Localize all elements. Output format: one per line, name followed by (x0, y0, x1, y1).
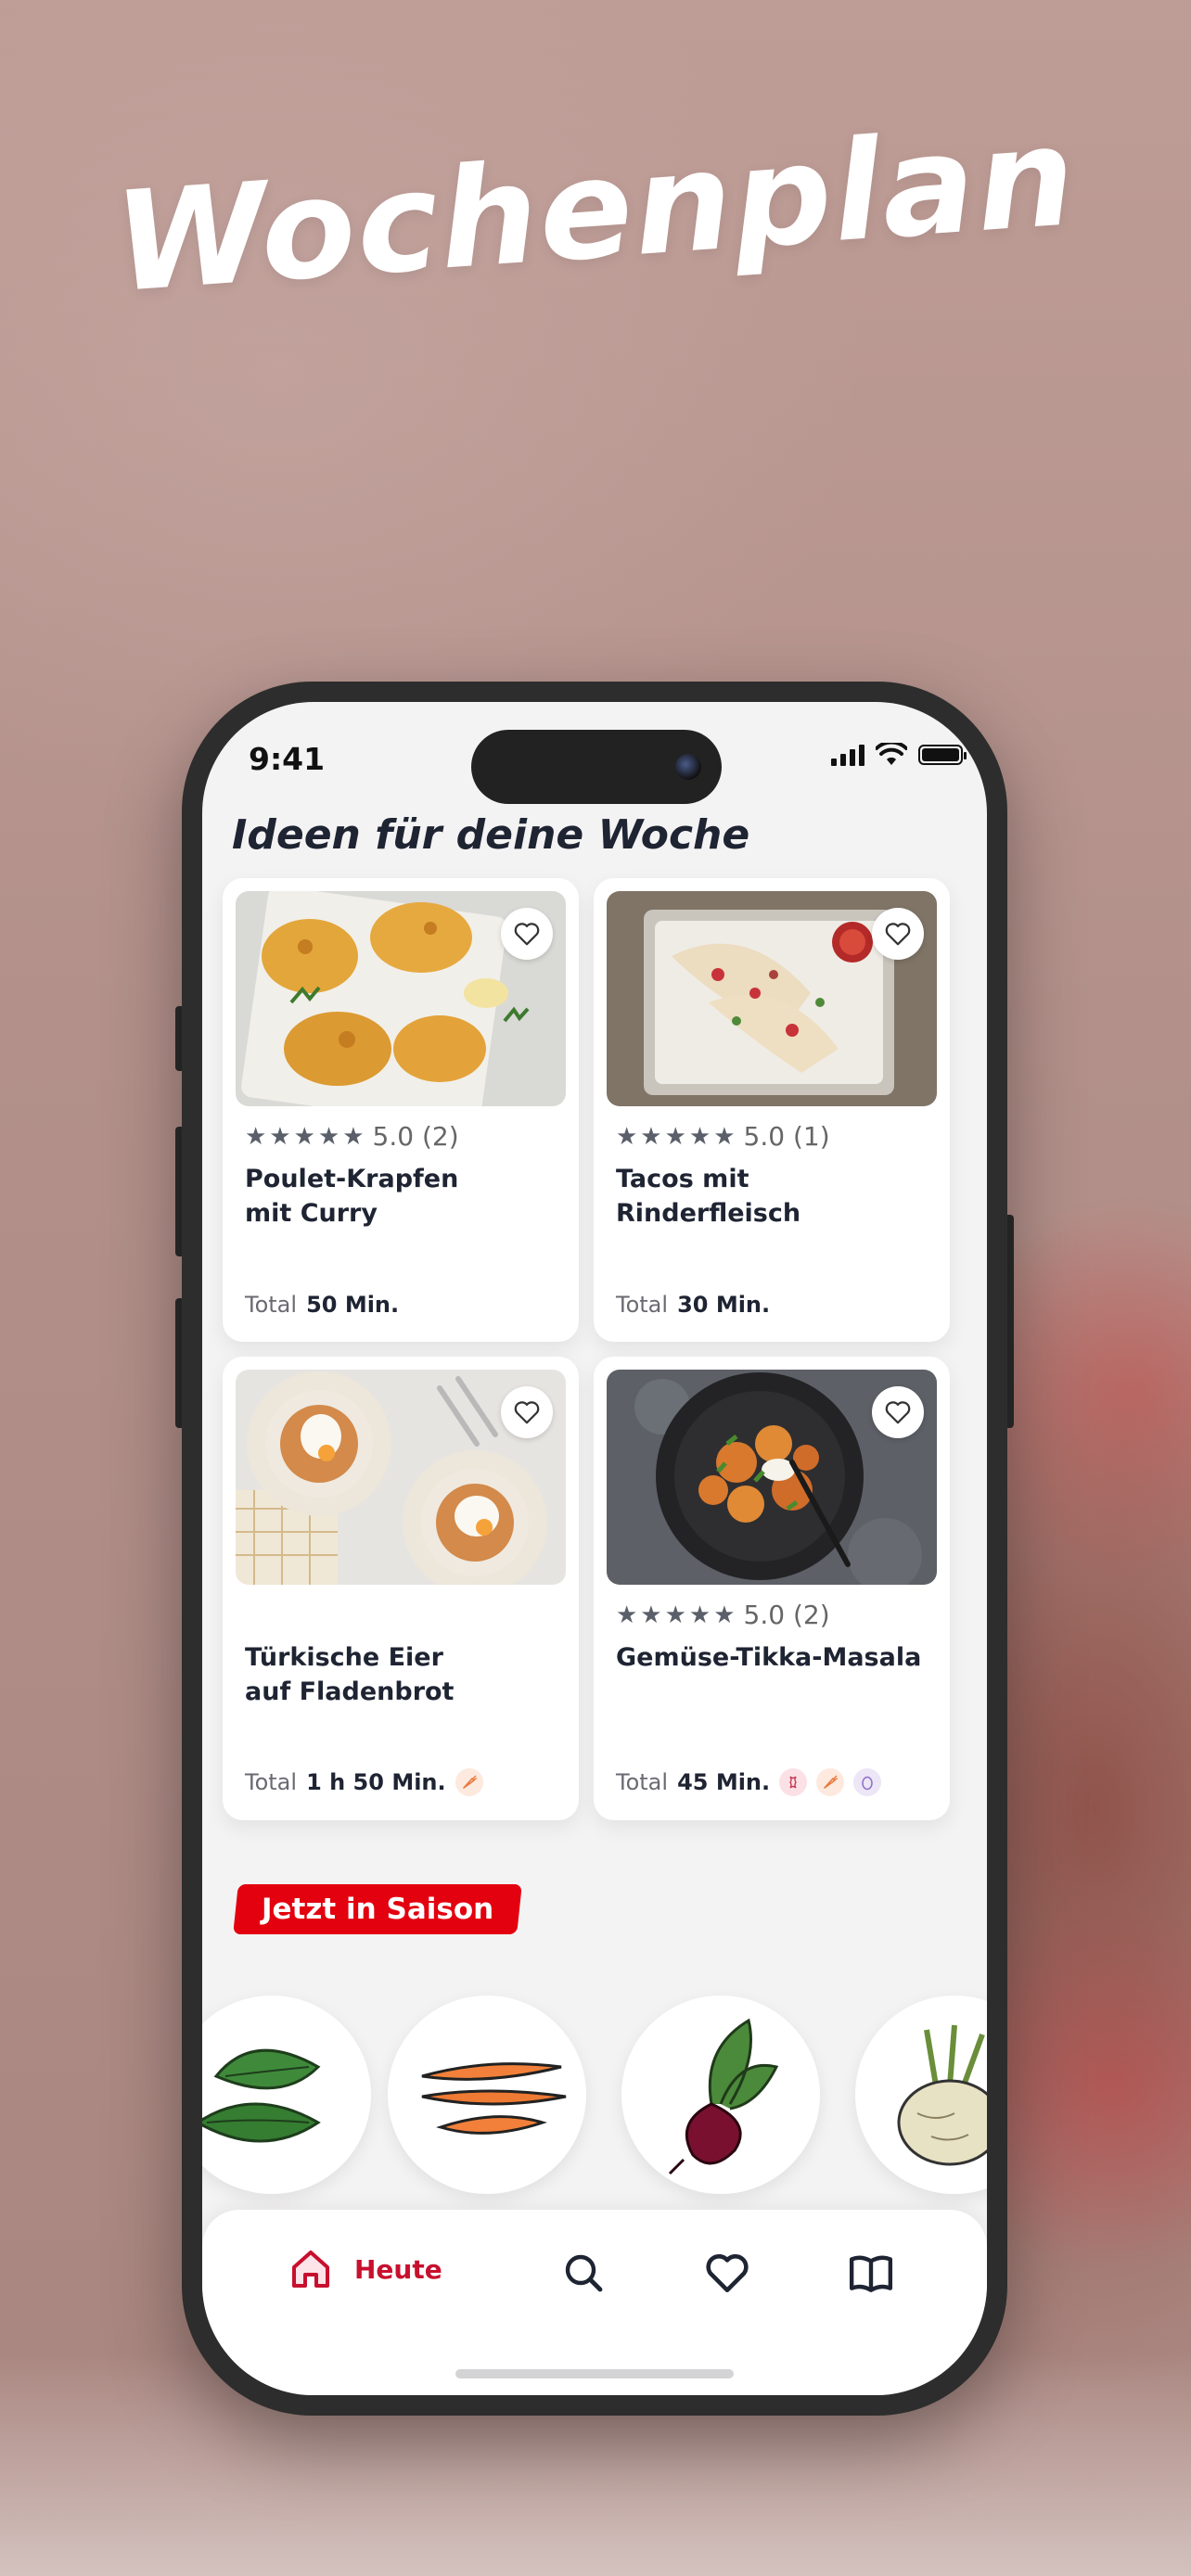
heart-icon (706, 2254, 749, 2293)
status-icons (831, 743, 967, 767)
recipe-title: Gemüse-Tikka-Masala (616, 1643, 922, 1672)
tab-cookbook[interactable] (845, 2247, 897, 2299)
status-time: 9:41 (249, 741, 326, 777)
recipe-total-time: Total 1 h 50 Min. (245, 1768, 483, 1796)
tab-home[interactable]: Heute (288, 2247, 442, 2291)
tab-favorites[interactable] (701, 2247, 753, 2299)
rating-stars: ★★★★★ (616, 1600, 738, 1629)
season-badge: Jetzt in Saison (233, 1884, 523, 1934)
recipe-rating: ★★★★★ 5.0 (2) (245, 1121, 459, 1152)
section-title: Ideen für deine Woche (232, 811, 750, 859)
total-label: Total (616, 1769, 669, 1795)
phone-screen: 9:41 Ideen für deine Woche ★★★★★ 5.0 (2)… (202, 702, 987, 2395)
signal-icon (831, 744, 864, 766)
beetroot-icon (668, 2018, 779, 2175)
tab-home-label: Heute (354, 2253, 442, 2285)
recipe-title: Tacos mit Rinderfleisch (616, 1165, 801, 1228)
total-value: 1 h 50 Min. (306, 1769, 446, 1795)
carrot-icon (816, 1768, 845, 1796)
favorite-button[interactable] (872, 1386, 924, 1438)
rating-value: 5.0 (2) (372, 1121, 459, 1152)
heart-icon (885, 923, 911, 946)
battery-icon (918, 745, 967, 765)
total-label: Total (245, 1769, 298, 1795)
home-indicator[interactable] (455, 2369, 734, 2378)
recipe-title: Poulet-Krapfen mit Curry (245, 1165, 459, 1228)
dynamic-island (471, 730, 722, 804)
total-label: Total (616, 1292, 669, 1318)
egg-icon (853, 1768, 882, 1796)
search-icon (565, 2254, 603, 2292)
heart-icon (514, 923, 540, 946)
favorite-button[interactable] (872, 908, 924, 960)
book-icon (849, 2255, 893, 2292)
rating-value: 5.0 (1) (743, 1121, 830, 1152)
heart-icon (885, 1401, 911, 1424)
apple-core-icon (779, 1768, 808, 1796)
total-value: 45 Min. (677, 1769, 771, 1795)
tab-search[interactable] (557, 2247, 609, 2299)
heart-icon (514, 1401, 540, 1424)
recipe-rating: ★★★★★ 5.0 (2) (616, 1600, 830, 1630)
recipe-card[interactable]: ★★★★★ 5.0 (2) Gemüse-Tikka-Masala Total … (594, 1357, 950, 1820)
camera-icon (675, 754, 701, 780)
home-icon (292, 2251, 329, 2288)
recipe-total-time: Total 45 Min. (616, 1768, 882, 1796)
wifi-icon (876, 743, 907, 765)
season-item[interactable] (621, 1996, 820, 2194)
recipe-title: Türkische Eier auf Fladenbrot (245, 1643, 455, 1706)
season-badge-label: Jetzt in Saison (262, 1893, 494, 1926)
rating-value: 5.0 (2) (743, 1600, 830, 1630)
tab-bar: Heute (202, 2210, 987, 2395)
carrot-icon (421, 2062, 567, 2135)
phone-frame: 9:41 Ideen für deine Woche ★★★★★ 5.0 (2)… (182, 682, 1007, 2416)
rating-stars: ★★★★★ (245, 1122, 367, 1151)
recipe-card[interactable]: Türkische Eier auf Fladenbrot Total 1 h … (223, 1357, 579, 1820)
total-value: 50 Min. (306, 1292, 400, 1318)
recipe-rating: ★★★★★ 5.0 (1) (616, 1121, 830, 1152)
celeriac-icon (897, 2024, 987, 2166)
season-item[interactable] (202, 1996, 371, 2194)
favorite-button[interactable] (501, 1386, 553, 1438)
season-item[interactable] (388, 1996, 586, 2194)
rating-stars: ★★★★★ (616, 1122, 738, 1151)
recipe-total-time: Total 30 Min. (616, 1292, 770, 1318)
total-value: 30 Min. (677, 1292, 771, 1318)
recipe-card[interactable]: ★★★★★ 5.0 (2) Poulet-Krapfen mit Curry T… (223, 878, 579, 1342)
carrot-icon (455, 1768, 483, 1796)
spinach-icon (202, 2048, 321, 2143)
total-label: Total (245, 1292, 298, 1318)
season-item[interactable] (855, 1996, 987, 2194)
favorite-button[interactable] (501, 908, 553, 960)
recipe-total-time: Total 50 Min. (245, 1292, 399, 1318)
recipe-card[interactable]: ★★★★★ 5.0 (1) Tacos mit Rinderfleisch To… (594, 878, 950, 1342)
